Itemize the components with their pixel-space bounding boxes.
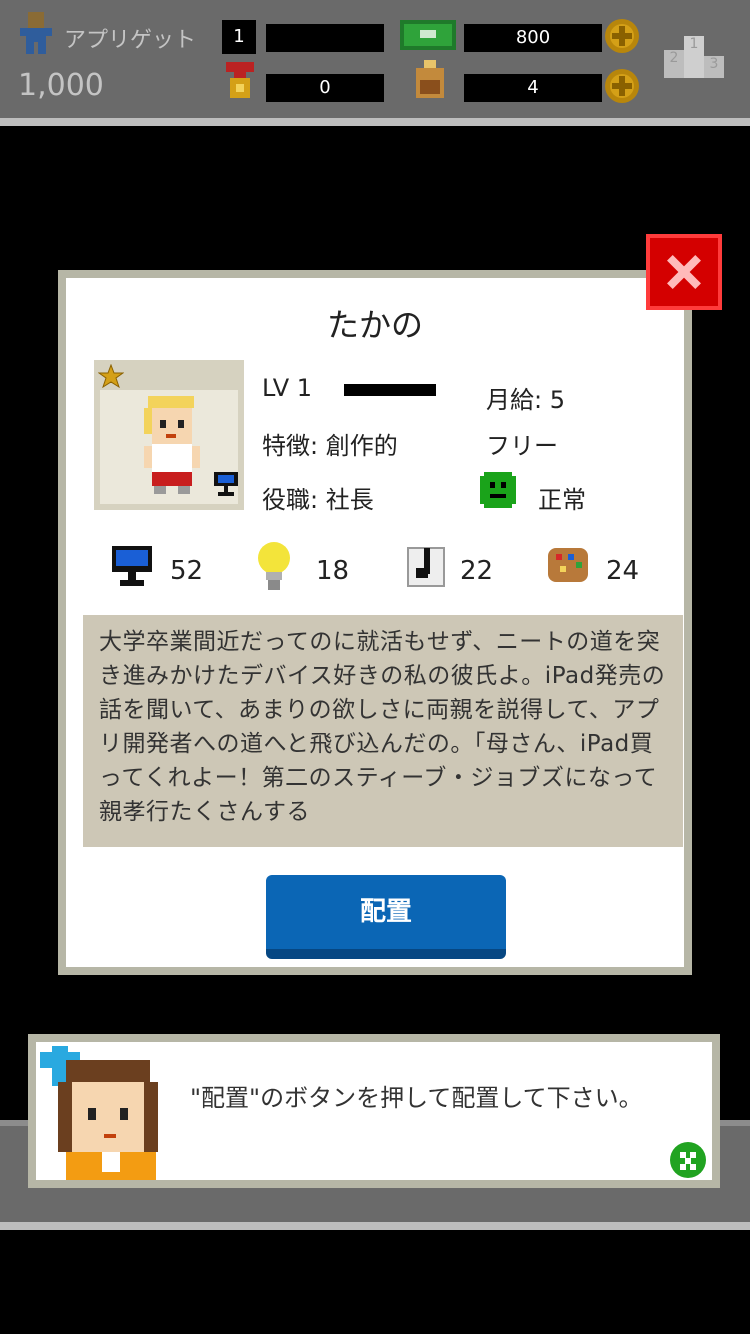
podium-second: 2 <box>664 50 684 78</box>
character-sprite <box>144 396 200 494</box>
star-icon <box>98 364 124 388</box>
coin-icon <box>605 69 639 103</box>
position-label: 役職: 社長 <box>262 486 374 514</box>
podium-first: 1 <box>684 36 704 78</box>
art-stat-value: 24 <box>606 556 640 586</box>
ranking-podium-button[interactable]: 1 2 3 <box>664 36 724 78</box>
dialog-message: "配置"のボタンを押して配置して下さい。 <box>190 1084 643 1112</box>
condition-label: 正常 <box>538 486 586 514</box>
art-palette-icon <box>548 548 588 582</box>
next-arrow-icon[interactable] <box>670 1142 706 1178</box>
idea-stat-value: 18 <box>316 556 350 586</box>
money-value: 1,000 <box>18 68 104 103</box>
close-icon <box>667 255 701 289</box>
device-skill-icon <box>214 472 238 496</box>
cash-icon <box>400 20 456 50</box>
top-status-bar: アプリゲット 1,000 1 0 800 4 1 2 3 <box>0 0 750 126</box>
tutorial-dialog[interactable]: "配置"のボタンを押して配置して下さい。 <box>28 1034 720 1188</box>
experience-bar <box>344 384 436 396</box>
level-label: LV 1 <box>262 374 313 402</box>
rank-progress-bar <box>266 24 384 52</box>
character-portrait <box>94 360 244 510</box>
modal-content: たかの LV 1 月給: 5 特徴: 創作的 フリー 役職: 社長 正常 52 … <box>66 278 684 967</box>
music-stat-value: 22 <box>460 556 494 586</box>
medal-icon <box>226 62 254 98</box>
contract-label: フリー <box>486 432 558 460</box>
music-stat-icon <box>407 547 445 587</box>
fans-value: 800 <box>464 24 602 52</box>
coin-icon <box>605 19 639 53</box>
trait-label: 特徴: 創作的 <box>262 432 398 460</box>
close-button[interactable] <box>646 234 722 310</box>
character-description: 大学卒業間近だってのに就活もせず、ニートの道を突き進みかけたデバイス好きの私の彼… <box>83 615 683 847</box>
character-name: たかの <box>326 306 423 344</box>
rank-badge: 1 <box>222 20 256 54</box>
medal-count: 0 <box>266 74 384 102</box>
idea-bag-icon <box>416 60 444 98</box>
company-person-icon <box>20 12 52 54</box>
dialog-content: "配置"のボタンを押して配置して下さい。 <box>36 1042 712 1180</box>
character-detail-modal: たかの LV 1 月給: 5 特徴: 創作的 フリー 役職: 社長 正常 52 … <box>58 270 692 975</box>
programming-stat-value: 52 <box>170 556 204 586</box>
condition-face-icon <box>480 472 516 508</box>
programming-stat-icon <box>112 546 152 586</box>
checker-icon <box>680 1152 696 1170</box>
place-button[interactable]: 配置 <box>266 875 506 959</box>
company-name: アプリゲット <box>64 28 197 53</box>
idea-count: 4 <box>464 74 602 102</box>
secretary-avatar <box>40 1046 158 1180</box>
salary-label: 月給: 5 <box>486 386 565 414</box>
podium-third: 3 <box>704 56 724 78</box>
idea-stat-icon <box>258 542 290 590</box>
